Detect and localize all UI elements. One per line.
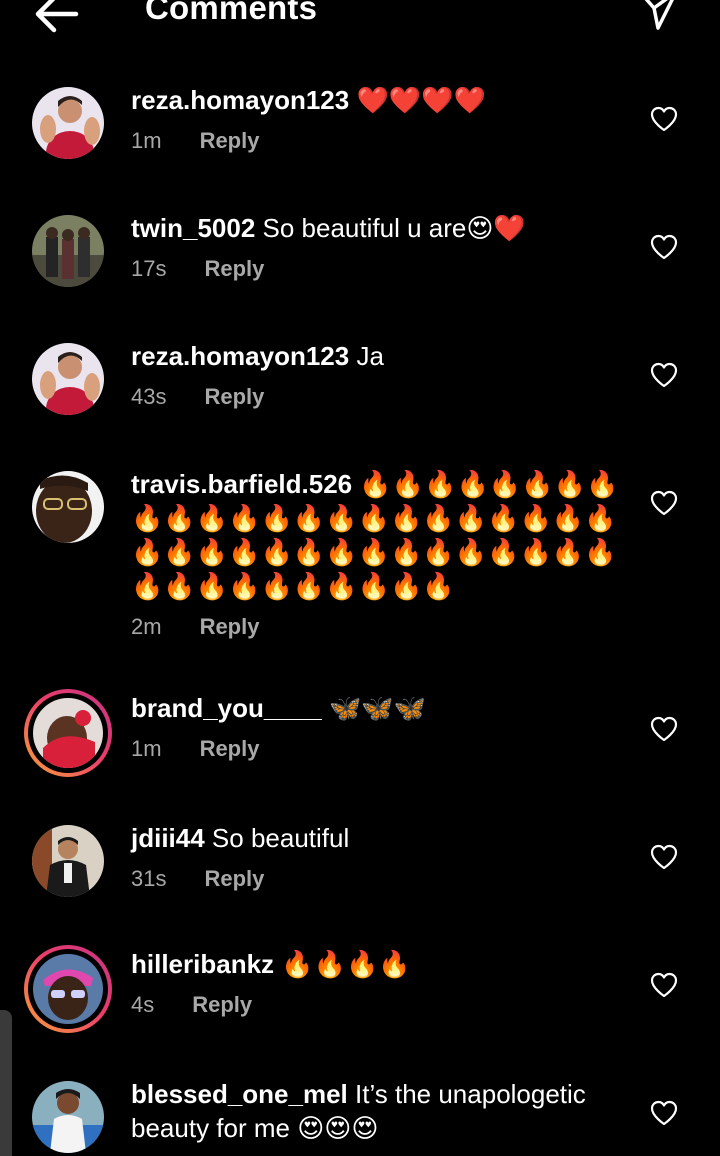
comment-content: travis.barfield.526 🔥🔥🔥🔥🔥🔥🔥🔥🔥🔥🔥🔥🔥🔥🔥🔥🔥🔥🔥🔥… <box>131 467 631 641</box>
comment-time: 43s <box>131 384 167 409</box>
comment-username[interactable]: twin_5002 <box>131 213 255 243</box>
comment-time: 2m <box>131 614 162 639</box>
comment-content: hilleribankz 🔥🔥🔥🔥 4s Reply <box>131 947 631 1019</box>
back-button[interactable] <box>28 0 84 36</box>
comment-time: 1m <box>131 128 162 153</box>
heart-icon[interactable] <box>648 969 680 1001</box>
comment-time: 17s <box>131 256 167 281</box>
comment-username[interactable]: jdiii44 <box>131 823 205 853</box>
comment-text: So beautiful <box>204 823 350 853</box>
profile-photo <box>32 825 104 897</box>
profile-photo <box>32 215 104 287</box>
comment-username[interactable]: reza.homayon123 <box>131 85 349 115</box>
header-bar: Comments <box>0 0 720 44</box>
avatar[interactable] <box>32 825 104 897</box>
heart-icon[interactable] <box>648 1097 680 1129</box>
reply-button[interactable]: Reply <box>192 991 252 1019</box>
comment-content: brand_you____ 🦋🦋🦋 1m Reply <box>131 691 631 763</box>
avatar-story-ring[interactable] <box>24 945 112 1033</box>
comment-username[interactable]: hilleribankz <box>131 949 274 979</box>
reply-button[interactable]: Reply <box>200 613 260 641</box>
comment-content: reza.homayon123 Ja 43s Reply <box>131 339 631 411</box>
comment-time: 4s <box>131 992 155 1017</box>
comment-username[interactable]: travis.barfield.526 <box>131 469 352 499</box>
profile-photo <box>33 698 103 768</box>
comment-text: Ja <box>349 341 384 371</box>
comment-text: ❤️❤️❤️❤️ <box>349 85 486 115</box>
comment-content: jdiii44 So beautiful 31s Reply <box>131 821 631 893</box>
avatar[interactable] <box>32 87 104 159</box>
comment-text: So beautiful u are😍❤️ <box>255 213 526 243</box>
avatar-story-ring[interactable] <box>24 689 112 777</box>
arrow-left-icon <box>35 0 79 33</box>
reply-button[interactable]: Reply <box>200 127 260 155</box>
reply-button[interactable]: Reply <box>204 865 264 893</box>
comment-username[interactable]: brand_you____ <box>131 693 322 723</box>
heart-icon[interactable] <box>648 713 680 745</box>
reply-button[interactable]: Reply <box>204 255 264 283</box>
comment-content: reza.homayon123 ❤️❤️❤️❤️ 1m Reply <box>131 83 631 155</box>
comment-content: twin_5002 So beautiful u are😍❤️ 17s Reply <box>131 211 631 283</box>
comment-username[interactable]: reza.homayon123 <box>131 341 349 371</box>
comment-username[interactable]: blessed_one_mel <box>131 1079 348 1109</box>
avatar[interactable] <box>32 471 104 543</box>
profile-photo <box>32 87 104 159</box>
profile-photo <box>32 343 104 415</box>
heart-icon[interactable] <box>648 231 680 263</box>
comment-text: 🦋🦋🦋 <box>321 693 427 723</box>
avatar[interactable] <box>32 343 104 415</box>
heart-icon[interactable] <box>648 359 680 391</box>
paper-plane-icon <box>644 0 674 30</box>
comment-content: blessed_one_mel It’s the unapologetic be… <box>131 1077 631 1145</box>
profile-photo <box>32 1081 104 1153</box>
page-title: Comments <box>145 0 318 26</box>
comment-time: 31s <box>131 866 167 891</box>
comment-time: 1m <box>131 736 162 761</box>
heart-icon[interactable] <box>648 841 680 873</box>
reply-button[interactable]: Reply <box>204 383 264 411</box>
scroll-handle[interactable] <box>0 1010 12 1156</box>
heart-icon[interactable] <box>648 103 680 135</box>
reply-button[interactable]: Reply <box>200 735 260 763</box>
share-button[interactable] <box>632 0 682 32</box>
comment-text: 🔥🔥🔥🔥 <box>274 949 411 979</box>
avatar[interactable] <box>32 1081 104 1153</box>
avatar[interactable] <box>32 215 104 287</box>
heart-icon[interactable] <box>648 487 680 519</box>
profile-photo <box>33 954 103 1024</box>
profile-photo <box>32 471 104 543</box>
